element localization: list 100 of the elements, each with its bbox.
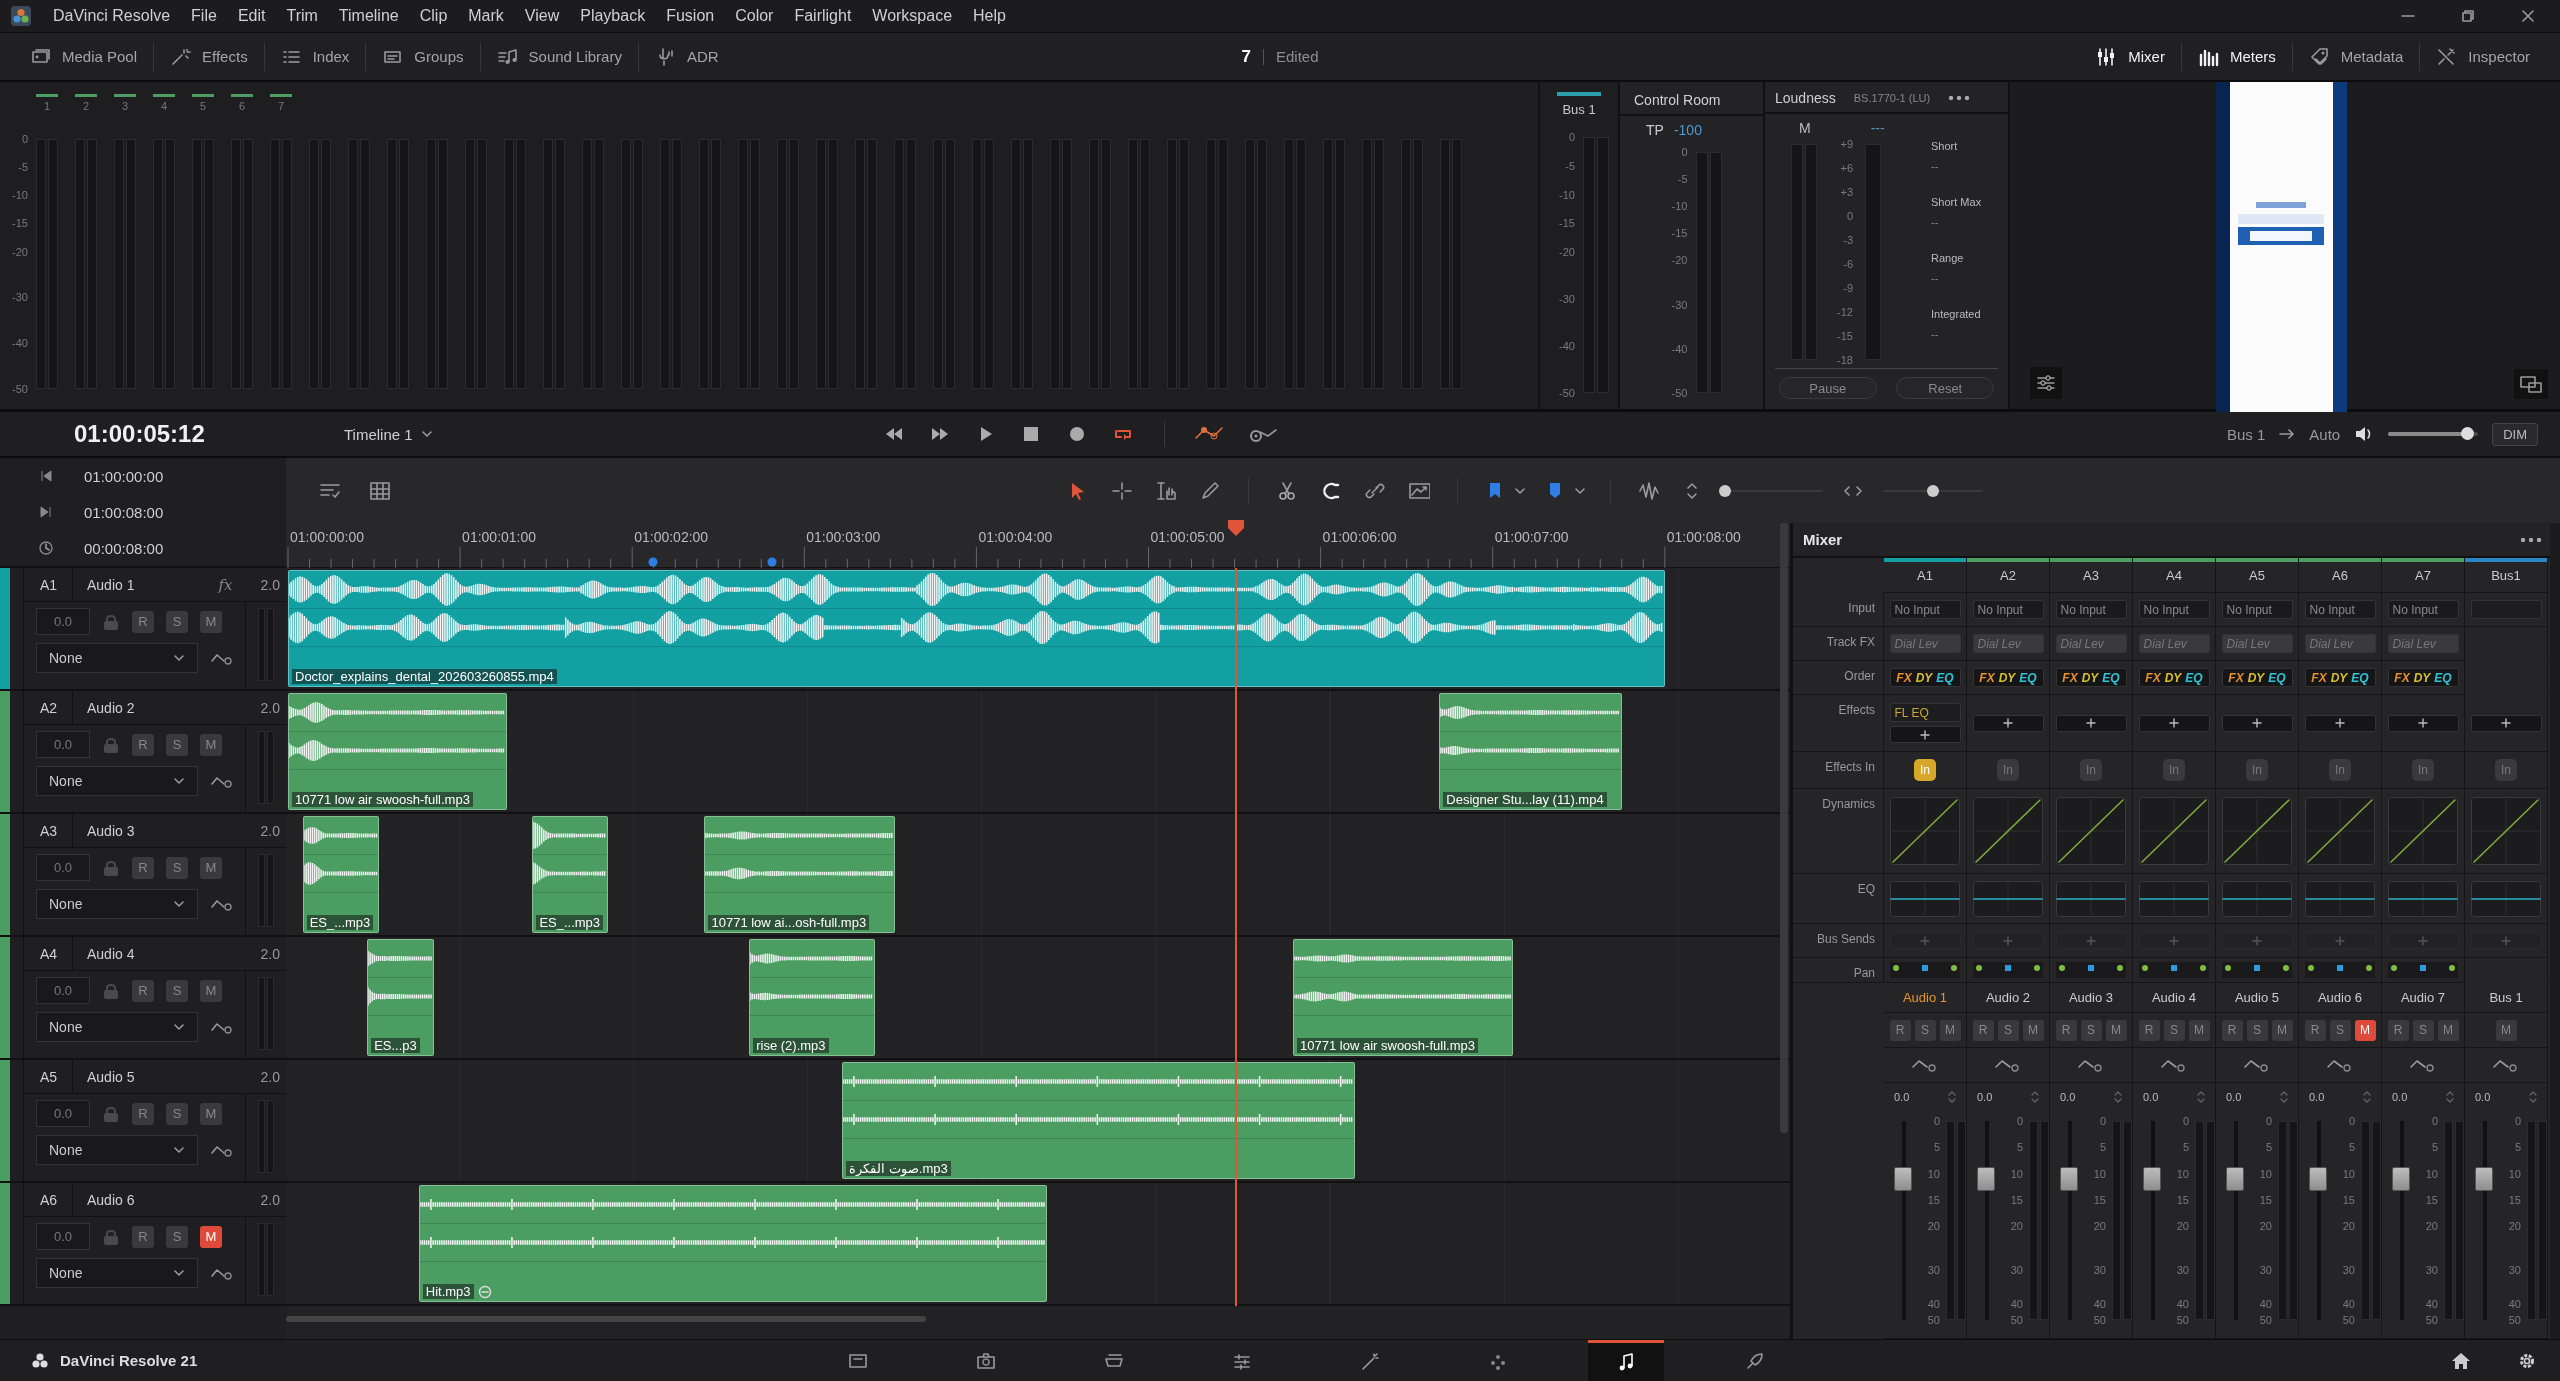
automation-dropdown[interactable]: None: [36, 766, 198, 796]
channel-name[interactable]: Audio 2: [1985, 990, 2031, 1005]
scrollbar[interactable]: [286, 1316, 926, 1322]
audio-clip[interactable]: 10771 low ai...osh-full.mp3: [704, 816, 896, 933]
toolbar-button[interactable]: Media Pool: [14, 42, 155, 71]
menu-item[interactable]: Trim: [286, 7, 318, 25]
mute-button[interactable]: M: [200, 610, 222, 633]
input-selector[interactable]: No Input: [1972, 600, 2044, 619]
add-effect-button[interactable]: [2387, 714, 2459, 732]
fader-thumb[interactable]: [2143, 1166, 2161, 1191]
audio-clip[interactable]: ES...p3: [367, 939, 435, 1056]
mute-button[interactable]: M: [2188, 1019, 2210, 1041]
pan-control[interactable]: [1973, 962, 2043, 978]
viewer-mode-button[interactable]: [2514, 369, 2548, 399]
volume-slider-thumb[interactable]: [2461, 427, 2475, 440]
pan-control[interactable]: [2139, 962, 2209, 978]
solo-button[interactable]: S: [2080, 1019, 2102, 1041]
fader-thumb[interactable]: [2309, 1166, 2327, 1191]
channel-name[interactable]: Bus 1: [2489, 990, 2523, 1005]
solo-button[interactable]: S: [166, 610, 188, 633]
record-button[interactable]: R: [2055, 1019, 2077, 1041]
toolbar-button[interactable]: Index: [264, 42, 367, 71]
fader-thumb[interactable]: [1977, 1166, 1995, 1191]
zoom-slider-thumb[interactable]: [1927, 484, 1939, 497]
processing-order-button[interactable]: FX DY EQ: [2138, 668, 2210, 687]
pan-control[interactable]: [2222, 962, 2292, 978]
volume-field[interactable]: 0.0: [36, 608, 90, 635]
mute-button[interactable]: M: [200, 1102, 222, 1125]
menu-item[interactable]: File: [191, 7, 217, 25]
processing-order-button[interactable]: FX DY EQ: [2304, 668, 2376, 687]
marker-icon[interactable]: [647, 557, 658, 567]
more-icon[interactable]: [2520, 536, 2542, 543]
mute-button[interactable]: M: [2354, 1019, 2376, 1041]
menu-item[interactable]: Fairlight: [794, 7, 852, 25]
solo-button[interactable]: S: [166, 1102, 188, 1125]
record-button[interactable]: R: [2221, 1019, 2243, 1041]
record-button[interactable]: R: [132, 610, 154, 633]
menu-item[interactable]: Timeline: [338, 7, 399, 25]
solo-button[interactable]: S: [2329, 1019, 2351, 1041]
volume-field[interactable]: 0.0: [36, 854, 90, 881]
loudness-button[interactable]: Reset: [1896, 377, 1995, 399]
input-selector[interactable]: No Input: [2055, 600, 2127, 619]
toolbar-button[interactable]: Meters: [2181, 42, 2293, 71]
solo-button[interactable]: S: [166, 733, 188, 756]
automation-dropdown[interactable]: None: [36, 889, 198, 919]
pan-control[interactable]: [1890, 962, 1960, 978]
more-icon[interactable]: [1948, 95, 1971, 101]
mute-button[interactable]: M: [2022, 1019, 2044, 1041]
toolbar-button[interactable]: Sound Library: [480, 42, 639, 71]
restore-icon[interactable]: [2460, 8, 2476, 24]
audio-clip[interactable]: 10771 low air swoosh-full.mp3: [288, 693, 507, 810]
fader-thumb[interactable]: [2392, 1166, 2410, 1191]
record-button[interactable]: R: [2304, 1019, 2326, 1041]
app-logo-icon[interactable]: [10, 5, 32, 27]
pan-control[interactable]: [2305, 962, 2375, 978]
mute-button[interactable]: M: [200, 733, 222, 756]
menu-item[interactable]: Edit: [237, 7, 266, 25]
menu-item[interactable]: Fusion: [666, 7, 715, 25]
solo-button[interactable]: S: [166, 1225, 188, 1248]
solo-button[interactable]: S: [166, 856, 188, 879]
processing-order-button[interactable]: FX DY EQ: [2055, 668, 2127, 687]
solo-button[interactable]: S: [1914, 1019, 1936, 1041]
mute-button[interactable]: M: [2105, 1019, 2127, 1041]
channel-name[interactable]: Audio 7: [2400, 990, 2446, 1005]
menu-item[interactable]: Color: [735, 7, 774, 25]
audio-clip[interactable]: Designer Stu...lay (11).mp4: [1439, 693, 1622, 810]
toolbar-button[interactable]: Inspector: [2420, 42, 2546, 71]
menu-item[interactable]: Workspace: [872, 7, 953, 25]
automation-dropdown[interactable]: None: [36, 1258, 198, 1288]
scrollbar[interactable]: [1780, 523, 1788, 1133]
mute-button[interactable]: M: [200, 1225, 222, 1248]
mute-button[interactable]: M: [2495, 1019, 2517, 1041]
input-selector[interactable]: No Input: [2304, 600, 2376, 619]
audio-clip[interactable]: rise (2).mp3: [749, 939, 875, 1056]
volume-field[interactable]: 0.0: [36, 977, 90, 1004]
timeline-dropdown[interactable]: Timeline 1: [338, 424, 439, 444]
dim-button[interactable]: DIM: [2492, 422, 2538, 446]
add-effect-button[interactable]: [1972, 714, 2044, 732]
toolbar-button[interactable]: Metadata: [2292, 42, 2421, 71]
toolbar-button[interactable]: Groups: [366, 42, 481, 71]
audio-clip[interactable]: Doctor_explains_dental_202603260855.mp4: [288, 570, 1665, 687]
input-selector[interactable]: No Input: [2221, 600, 2293, 619]
audio-clip[interactable]: ES_...mp3: [302, 816, 380, 933]
mute-button[interactable]: M: [2437, 1019, 2459, 1041]
volume-field[interactable]: 0.0: [36, 731, 90, 758]
volume-field[interactable]: 0.0: [36, 1100, 90, 1127]
fader-thumb[interactable]: [2060, 1166, 2078, 1191]
channel-name[interactable]: Audio 4: [2151, 990, 2197, 1005]
add-effect-button[interactable]: [2138, 714, 2210, 732]
solo-button[interactable]: S: [2163, 1019, 2185, 1041]
channel-name[interactable]: Audio 3: [2068, 990, 2114, 1005]
caret-down-icon[interactable]: [1514, 486, 1526, 495]
menu-item[interactable]: Playback: [580, 7, 646, 25]
add-effect-button[interactable]: [1889, 726, 1961, 743]
effect-slot[interactable]: FL EQ: [1889, 703, 1961, 722]
add-effect-button[interactable]: [2304, 714, 2376, 732]
audio-clip[interactable]: 10771 low air swoosh-full.mp3: [1293, 939, 1514, 1056]
automation-dropdown[interactable]: None: [36, 1135, 198, 1165]
mute-button[interactable]: M: [2271, 1019, 2293, 1041]
solo-button[interactable]: S: [166, 979, 188, 1002]
